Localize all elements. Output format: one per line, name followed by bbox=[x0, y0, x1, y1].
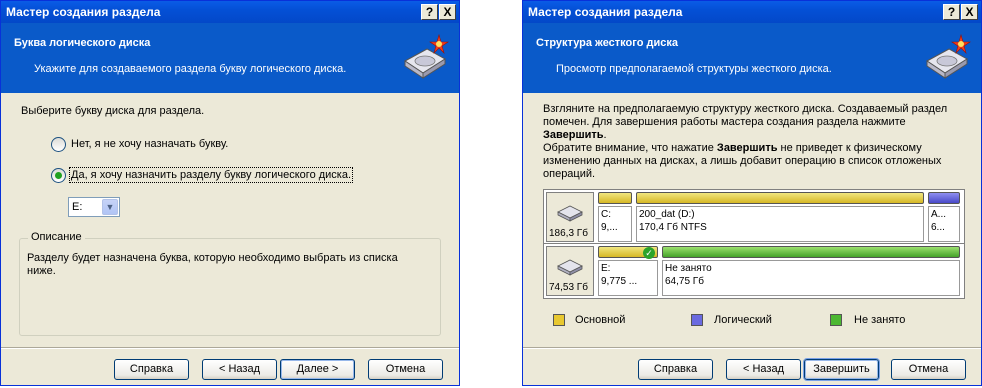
partition-e-new[interactable]: ✓ E: 9,775 ... bbox=[598, 246, 658, 296]
partition-name: E: bbox=[601, 263, 611, 274]
disk-map: 186,3 Гб C: 9,... 200_dat (D:) 170,4 Гб … bbox=[543, 189, 965, 299]
divider bbox=[523, 347, 981, 349]
partition-body: E: 9,775 ... bbox=[598, 260, 658, 296]
drive-letter-value: E: bbox=[72, 201, 83, 213]
disk-wizard-icon bbox=[404, 33, 449, 79]
logical-bar bbox=[928, 192, 960, 204]
description-text: Разделу будет назначена буква, которую н… bbox=[27, 252, 398, 277]
desc-line: изменению данных на дисках, а лишь добав… bbox=[543, 155, 942, 167]
finish-button[interactable]: Завершить bbox=[803, 358, 880, 381]
description-legend: Описание bbox=[28, 231, 85, 243]
partition-name: 200_dat (D:) bbox=[639, 209, 695, 220]
partition-name: C: bbox=[601, 209, 611, 220]
no-letter-label[interactable]: Нет, я не хочу назначать букву. bbox=[71, 138, 228, 150]
title-bar[interactable]: Мастер создания раздела ? X bbox=[523, 1, 981, 23]
disk-row: 74,53 Гб ✓ E: 9,775 ... Не занято 64,75 … bbox=[544, 244, 964, 298]
chevron-down-icon[interactable]: ▼ bbox=[102, 199, 118, 215]
partition-body: Не занято 64,75 Гб bbox=[662, 260, 960, 296]
help-title-button[interactable]: ? bbox=[421, 4, 438, 20]
wizard-header: Буква логического диска Укажите для созд… bbox=[1, 23, 459, 93]
description-group: Описание Разделу будет назначена буква, … bbox=[19, 231, 441, 336]
desc-line: Обратите внимание, что нажатие Завершить… bbox=[543, 142, 973, 155]
legend-label-unallocated: Не занято bbox=[854, 314, 906, 326]
header-title: Структура жесткого диска bbox=[536, 37, 678, 49]
partition-c[interactable]: C: 9,... bbox=[598, 192, 632, 242]
structure-description: Взгляните на предполагаемую структуру же… bbox=[543, 103, 973, 181]
cancel-button[interactable]: Отмена bbox=[368, 359, 443, 380]
assign-letter-label[interactable]: Да, я хочу назначить разделу букву логич… bbox=[68, 167, 354, 183]
window-title: Мастер создания раздела bbox=[528, 5, 683, 19]
disk-2-tile[interactable]: 74,53 Гб bbox=[546, 246, 594, 296]
header-subtitle: Просмотр предполагаемой структуры жестко… bbox=[556, 63, 832, 75]
wizard-window-disk-structure: Мастер создания раздела ? X Структура же… bbox=[522, 0, 982, 386]
finish-bold-text: Завершить bbox=[716, 142, 778, 154]
disk-size: 74,53 Гб bbox=[549, 282, 588, 293]
primary-bar bbox=[598, 192, 632, 204]
partition-info: 170,4 Гб NTFS bbox=[639, 222, 707, 233]
desc-text: Обратите внимание, что нажатие bbox=[543, 142, 717, 154]
header-subtitle: Укажите для создаваемого раздела букву л… bbox=[34, 63, 347, 75]
legend-label-logical: Логический bbox=[714, 314, 772, 326]
close-button[interactable]: X bbox=[961, 4, 978, 20]
close-button[interactable]: X bbox=[439, 4, 456, 20]
legend-swatch-logical bbox=[691, 314, 703, 326]
wizard-header: Структура жесткого диска Просмотр предпо… bbox=[523, 23, 981, 93]
title-bar[interactable]: Мастер создания раздела ? X bbox=[1, 1, 459, 23]
desc-line: Завершить. bbox=[543, 129, 973, 142]
desc-line: помечен. Для завершения работы мастера с… bbox=[543, 116, 906, 128]
hard-disk-icon bbox=[557, 259, 583, 276]
divider bbox=[1, 347, 459, 349]
disk-size: 186,3 Гб bbox=[549, 228, 588, 239]
legend-label-primary: Основной bbox=[575, 314, 626, 326]
no-letter-radio[interactable] bbox=[51, 137, 66, 152]
drive-letter-select[interactable]: E: ▼ bbox=[68, 197, 120, 217]
unallocated-bar bbox=[662, 246, 960, 258]
next-button[interactable]: Далее > bbox=[280, 359, 355, 380]
partition-info: 9,775 ... bbox=[601, 276, 638, 287]
desc-text: не приведет к физическому bbox=[777, 142, 922, 154]
partition-unallocated[interactable]: Не занято 64,75 Гб bbox=[662, 246, 960, 296]
partition-info: 9,... bbox=[601, 222, 618, 233]
wizard-window-drive-letter: Мастер создания раздела ? X Буква логиче… bbox=[0, 0, 460, 386]
primary-bar bbox=[636, 192, 924, 204]
partition-body: 200_dat (D:) 170,4 Гб NTFS bbox=[636, 206, 924, 242]
help-title-button[interactable]: ? bbox=[943, 4, 960, 20]
finish-bold-text: Завершить bbox=[543, 129, 604, 141]
partition-d[interactable]: 200_dat (D:) 170,4 Гб NTFS bbox=[636, 192, 924, 242]
disk-row: 186,3 Гб C: 9,... 200_dat (D:) 170,4 Гб … bbox=[544, 190, 964, 244]
cancel-button[interactable]: Отмена bbox=[891, 359, 966, 380]
window-title: Мастер создания раздела bbox=[6, 5, 161, 19]
disk-1-tile[interactable]: 186,3 Гб bbox=[546, 192, 594, 242]
legend-swatch-primary bbox=[553, 314, 565, 326]
help-button[interactable]: Справка bbox=[638, 359, 713, 380]
partition-name: Не занято bbox=[665, 263, 712, 274]
primary-bar: ✓ bbox=[598, 246, 658, 259]
hard-disk-icon bbox=[557, 205, 583, 222]
desc-period: . bbox=[603, 129, 607, 141]
desc-line: Взгляните на предполагаемую структуру же… bbox=[543, 103, 948, 115]
legend-swatch-unallocated bbox=[830, 314, 842, 326]
partition-logical[interactable]: A... 6... bbox=[928, 192, 960, 242]
back-button[interactable]: < Назад bbox=[726, 359, 801, 380]
header-title: Буква логического диска bbox=[14, 37, 151, 49]
partition-info: 64,75 Гб bbox=[665, 276, 704, 287]
back-button[interactable]: < Назад bbox=[202, 359, 277, 380]
desc-line: операций. bbox=[543, 168, 596, 180]
partition-name: A... bbox=[931, 209, 947, 220]
help-button[interactable]: Справка bbox=[114, 359, 189, 380]
drive-letter-prompt: Выберите букву диска для раздела. bbox=[21, 105, 205, 117]
partition-body: C: 9,... bbox=[598, 206, 632, 242]
partition-info: 6... bbox=[931, 222, 945, 233]
partition-body: A... 6... bbox=[928, 206, 960, 242]
check-icon: ✓ bbox=[643, 247, 655, 259]
assign-letter-radio[interactable] bbox=[51, 168, 66, 183]
disk-wizard-icon bbox=[926, 33, 971, 79]
